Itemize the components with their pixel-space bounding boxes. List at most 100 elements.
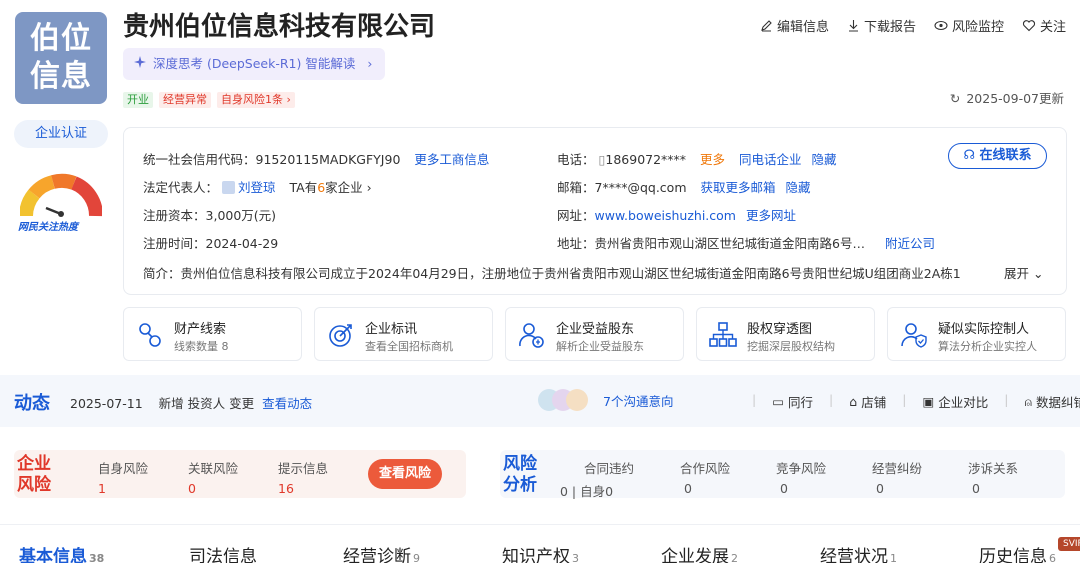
- nearby-company-link[interactable]: 附近公司: [885, 236, 935, 251]
- intro-text: 贵州伯位信息科技有限公司成立于2024年04月29日，注册地位于贵州省贵阳市观山…: [180, 266, 961, 281]
- capital-value: 3,000万(元): [205, 208, 277, 223]
- tab-count: 6: [1049, 552, 1056, 563]
- peers-button[interactable]: ▭ 同行: [772, 392, 813, 411]
- risk-title-line-2: 风险: [17, 475, 51, 495]
- analysis-cooperation[interactable]: 合作风险 0: [680, 458, 730, 496]
- risk-monitor-button[interactable]: 风险监控: [934, 16, 1004, 35]
- view-risk-button[interactable]: 查看风险: [368, 459, 442, 489]
- tab-label: 司法信息: [189, 547, 257, 563]
- feature-card-equity[interactable]: 股权穿透图 挖掘深层股权结构: [696, 307, 875, 361]
- compare-button[interactable]: ▣ 企业对比: [922, 392, 988, 411]
- ai-interpret-button[interactable]: 深度思考 (DeepSeek-R1) 智能解读 ›: [123, 48, 385, 80]
- phone-value: 1869072****: [605, 152, 687, 167]
- email-hide-link[interactable]: 隐藏: [786, 180, 811, 195]
- enterprise-cert-button[interactable]: 企业认证: [14, 120, 108, 148]
- analysis-lawsuit[interactable]: 涉诉关系 0: [968, 458, 1018, 496]
- risk-hint[interactable]: 提示信息 16: [278, 458, 328, 496]
- risk-hint-value: 16: [278, 481, 294, 496]
- risk-self[interactable]: 自身风险 1: [98, 458, 148, 496]
- analysis-competition[interactable]: 竞争风险 0: [776, 458, 826, 496]
- shop-button[interactable]: ⌂ 店铺: [849, 392, 886, 411]
- analysis-label: 涉诉关系: [968, 461, 1019, 476]
- credit-code-row: 统一社会信用代码：91520115MADKGFYJ90 更多工商信息: [143, 149, 489, 168]
- same-phone-link[interactable]: 同电话企业: [739, 152, 802, 167]
- more-website-link[interactable]: 更多网址: [746, 208, 796, 223]
- edit-info-button[interactable]: 编辑信息: [760, 16, 829, 35]
- divider: |: [1004, 392, 1009, 407]
- expand-intro-button[interactable]: 展开 ⌄: [1004, 263, 1043, 282]
- feature-card-beneficiary[interactable]: 企业受益股东 解析企业受益股东: [505, 307, 684, 361]
- online-contact-button[interactable]: ☊ 在线联系: [948, 143, 1047, 169]
- download-report-button[interactable]: 下载报告: [847, 16, 916, 35]
- analysis-label: 合同违约: [584, 461, 635, 476]
- more-email-link[interactable]: 获取更多邮箱: [701, 180, 776, 195]
- capital-label: 注册资本：: [143, 208, 206, 223]
- analysis-value: 0: [684, 481, 692, 496]
- legal-rep-label: 法定代表人：: [143, 180, 219, 195]
- tab-label: 企业发展: [661, 547, 729, 563]
- view-dynamics-link[interactable]: 查看动态: [262, 396, 312, 411]
- tab-label: 知识产权: [502, 547, 570, 563]
- follow-button[interactable]: 关注: [1022, 16, 1066, 35]
- expand-label: 展开: [1004, 266, 1030, 281]
- enterprise-risk-title: 企业 风险: [17, 454, 51, 496]
- legal-companies-prefix: TA有: [289, 180, 318, 195]
- tab-business-status[interactable]: 经营状况 1: [820, 542, 897, 563]
- edit-info-label: 编辑信息: [776, 20, 829, 35]
- feature-card-controller[interactable]: 疑似实际控制人 算法分析企业实控人: [887, 307, 1066, 361]
- follow-label: 关注: [1039, 20, 1066, 35]
- status-badge-abnormal[interactable]: 经营异常: [159, 92, 211, 108]
- tab-basic-info[interactable]: 基本信息 38: [19, 542, 104, 563]
- company-name: 贵州伯位信息科技有限公司: [123, 12, 436, 42]
- dynamics-tools: | ▭ 同行 | ⌂ 店铺 | ▣ 企业对比 | ⍝ 数据纠错: [752, 392, 1080, 411]
- feature-card-property-clue[interactable]: 财产线索 线索数量 8: [123, 307, 302, 361]
- phone-row: 电话： ▯1869072**** 更多 同电话企业 隐藏: [557, 149, 837, 168]
- analysis-label: 竞争风险: [776, 461, 827, 476]
- ai-pill-label: 深度思考 (DeepSeek-R1) 智能解读: [153, 56, 356, 71]
- correction-icon: ⍝: [1024, 393, 1032, 409]
- analysis-value: 0: [780, 481, 788, 496]
- peers-label: 同行: [788, 395, 814, 410]
- feature-title: 企业受益股东: [556, 322, 635, 337]
- address-label: 地址：: [557, 236, 595, 251]
- risk-related[interactable]: 关联风险 0: [188, 458, 238, 496]
- data-correction-button[interactable]: ⍝ 数据纠错: [1024, 392, 1080, 411]
- tab-enterprise-development[interactable]: 企业发展 2: [661, 542, 738, 563]
- capital-row: 注册资本：3,000万(元): [143, 205, 276, 224]
- feature-card-bid[interactable]: 企业标讯 查看全国招标商机: [314, 307, 493, 361]
- status-badge-self-risk[interactable]: 自身风险1条 ›: [217, 92, 295, 108]
- more-biz-info-link[interactable]: 更多工商信息: [414, 152, 489, 167]
- legal-rep-name-link[interactable]: 刘登琼: [238, 180, 276, 195]
- phone-more-link[interactable]: 更多: [700, 152, 725, 167]
- tab-judicial-info[interactable]: 司法信息: [189, 542, 259, 563]
- feature-title: 企业标讯: [365, 322, 418, 337]
- analysis-dispute[interactable]: 经营纠纷 0: [872, 458, 922, 496]
- property-clue-icon: [139, 323, 161, 347]
- website-link[interactable]: www.boweishuzhi.com: [595, 208, 736, 223]
- chevron-right-icon: ›: [367, 56, 373, 71]
- email-value: 7****@qq.com: [594, 180, 687, 195]
- tab-count: 38: [89, 552, 105, 563]
- shop-label: 店铺: [861, 395, 887, 410]
- feature-subtitle: 线索数量 8: [174, 340, 229, 353]
- phone-hide-link[interactable]: 隐藏: [812, 152, 837, 167]
- tab-intellectual-property[interactable]: 知识产权 3: [502, 542, 579, 563]
- communication-intent-link[interactable]: 7个沟通意向: [537, 388, 673, 412]
- risk-related-label: 关联风险: [188, 461, 239, 476]
- headset-icon: ☊: [963, 148, 975, 163]
- heart-icon: [1022, 20, 1036, 32]
- analysis-contract[interactable]: 合同违约 0 | 自身0: [560, 458, 634, 500]
- update-info[interactable]: ↻ 2025-09-07更新: [950, 88, 1064, 107]
- divider: |: [829, 392, 834, 407]
- tab-history-info[interactable]: 历史信息 6: [979, 542, 1056, 563]
- risk-analysis-title: 风险 分析: [503, 454, 537, 496]
- beneficiary-icon: [519, 323, 544, 348]
- address-row: 地址：贵州省贵阳市观山湖区世纪城街道金阳南路6号… 附近公司: [557, 233, 935, 252]
- tab-operation-diagnosis[interactable]: 经营诊断 9: [343, 542, 420, 563]
- legal-rep-companies-link[interactable]: TA有6家企业 ›: [290, 180, 372, 195]
- intro-label: 简介：: [143, 266, 181, 281]
- online-contact-label: 在线联系: [979, 148, 1032, 163]
- credit-code-value: 91520115MADKGFYJ90: [255, 152, 401, 167]
- feature-title: 股权穿透图: [747, 322, 813, 337]
- logo-text-line-1: 伯位: [30, 21, 92, 56]
